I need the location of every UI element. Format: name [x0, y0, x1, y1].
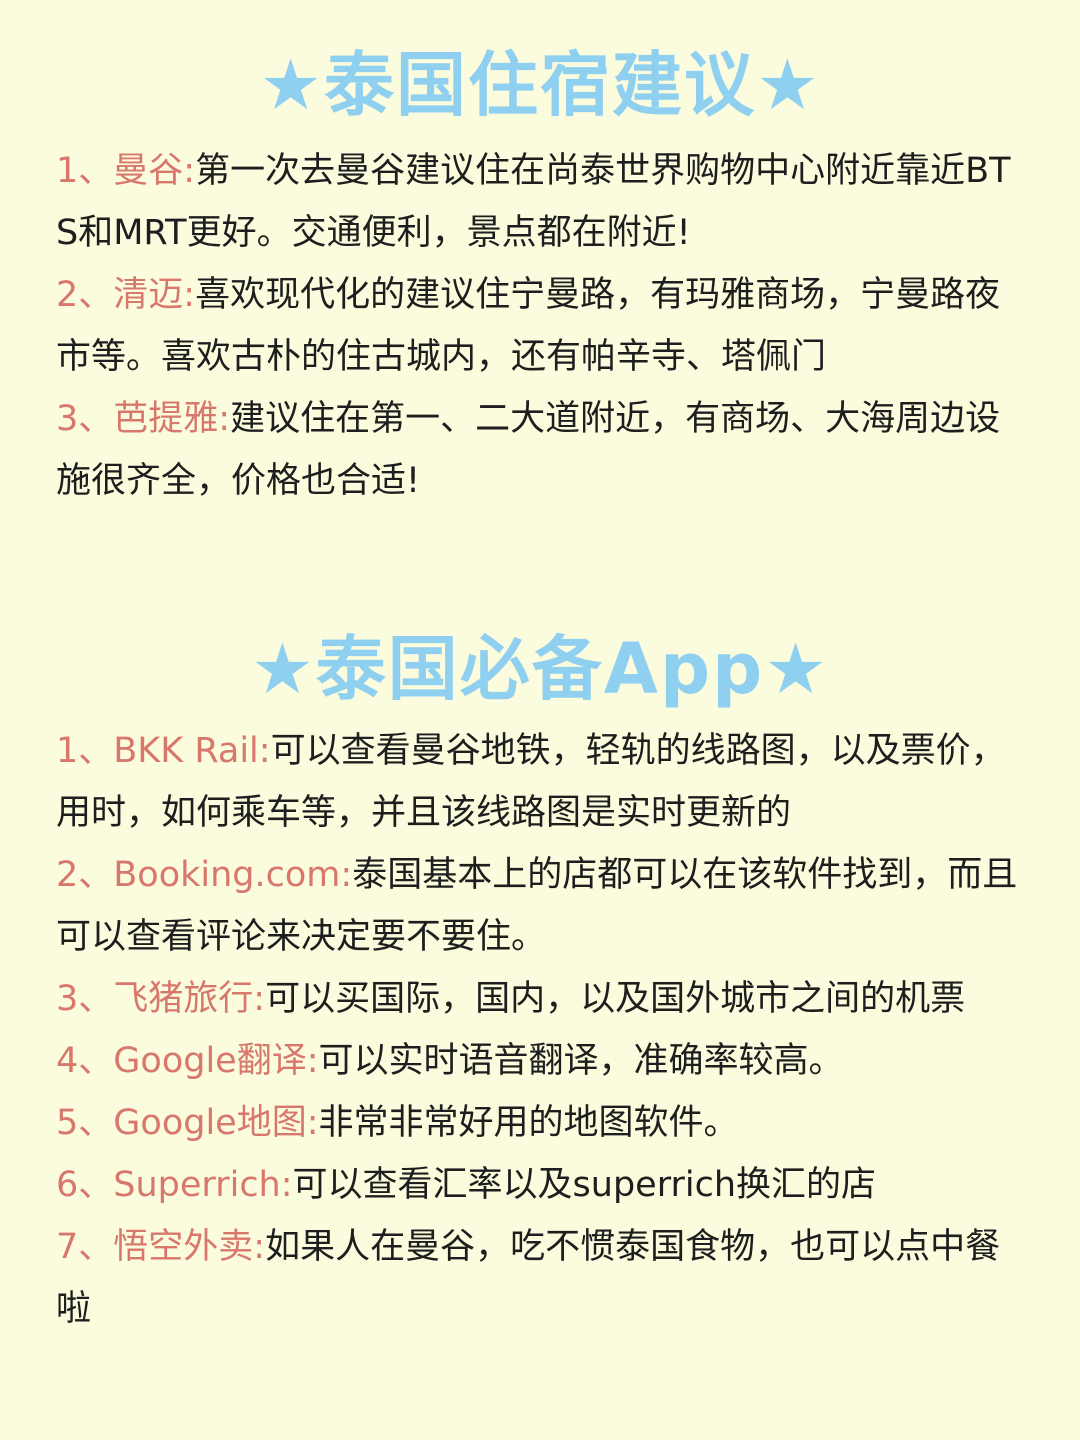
item-description: 第一次去曼谷建议住在尚泰世界购物中心附近靠近BTS和MRT更好。交通便利，景点都…	[56, 151, 1011, 253]
item-description: 喜欢现代化的建议住宁曼路，有玛雅商场，宁曼路夜市等。喜欢古朴的住古城内，还有帕辛…	[56, 275, 1001, 377]
item-description: 可以实时语音翻译，准确率较高。	[318, 1041, 844, 1081]
item-number: 1、	[56, 731, 114, 771]
item-number: 2、	[56, 275, 114, 315]
item-name: 飞猪旅行:	[113, 979, 266, 1019]
item-name: 清迈:	[113, 275, 196, 315]
item-description: 非常非常好用的地图软件。	[318, 1103, 739, 1143]
item-description: 可以查看汇率以及superrich换汇的店	[292, 1165, 877, 1205]
item-name: 曼谷:	[113, 151, 196, 191]
item-description: 可以买国际，国内，以及国外城市之间的机票	[265, 979, 966, 1019]
item-number: 1、	[56, 151, 114, 191]
page: ★泰国住宿建议★ 1、曼谷:第一次去曼谷建议住在尚泰世界购物中心附近靠近BTS和…	[0, 0, 1080, 1440]
list-item: 3、飞猪旅行:可以买国际，国内，以及国外城市之间的机票	[56, 968, 1031, 1030]
item-number: 3、	[56, 399, 114, 439]
accommodation-list: 1、曼谷:第一次去曼谷建议住在尚泰世界购物中心附近靠近BTS和MRT更好。交通便…	[56, 140, 1031, 512]
item-number: 4、	[56, 1041, 114, 1081]
item-number: 5、	[56, 1103, 114, 1143]
item-number: 6、	[56, 1165, 114, 1205]
list-item: 4、Google翻译:可以实时语音翻译，准确率较高。	[56, 1030, 1031, 1092]
item-name: Google翻译:	[113, 1041, 319, 1081]
list-item: 2、清迈:喜欢现代化的建议住宁曼路，有玛雅商场，宁曼路夜市等。喜欢古朴的住古城内…	[56, 264, 1031, 388]
list-item: 2、Booking.com:泰国基本上的店都可以在该软件找到，而且可以查看评论来…	[56, 844, 1031, 968]
list-item: 1、曼谷:第一次去曼谷建议住在尚泰世界购物中心附近靠近BTS和MRT更好。交通便…	[56, 140, 1031, 264]
item-name: Superrich:	[113, 1165, 293, 1205]
item-name: Booking.com:	[113, 855, 353, 895]
item-number: 3、	[56, 979, 114, 1019]
list-item: 3、芭提雅:建议住在第一、二大道附近，有商场、大海周边设施很齐全，价格也合适!	[56, 388, 1031, 512]
item-name: 悟空外卖:	[113, 1227, 266, 1267]
apps-list: 1、BKK Rail:可以查看曼谷地铁，轻轨的线路图，以及票价，用时，如何乘车等…	[56, 720, 1031, 1340]
item-name: BKK Rail:	[113, 731, 271, 771]
item-name: 芭提雅:	[113, 399, 231, 439]
item-number: 7、	[56, 1227, 114, 1267]
list-item: 6、Superrich:可以查看汇率以及superrich换汇的店	[56, 1154, 1031, 1216]
item-name: Google地图:	[113, 1103, 319, 1143]
section-title-accommodation: ★泰国住宿建议★	[259, 44, 821, 126]
list-item: 5、Google地图:非常非常好用的地图软件。	[56, 1092, 1031, 1154]
list-item: 7、悟空外卖:如果人在曼谷，吃不惯泰国食物，也可以点中餐啦	[56, 1216, 1031, 1340]
list-item: 1、BKK Rail:可以查看曼谷地铁，轻轨的线路图，以及票价，用时，如何乘车等…	[56, 720, 1031, 844]
section-title-apps: ★泰国必备App★	[251, 628, 829, 710]
item-number: 2、	[56, 855, 114, 895]
